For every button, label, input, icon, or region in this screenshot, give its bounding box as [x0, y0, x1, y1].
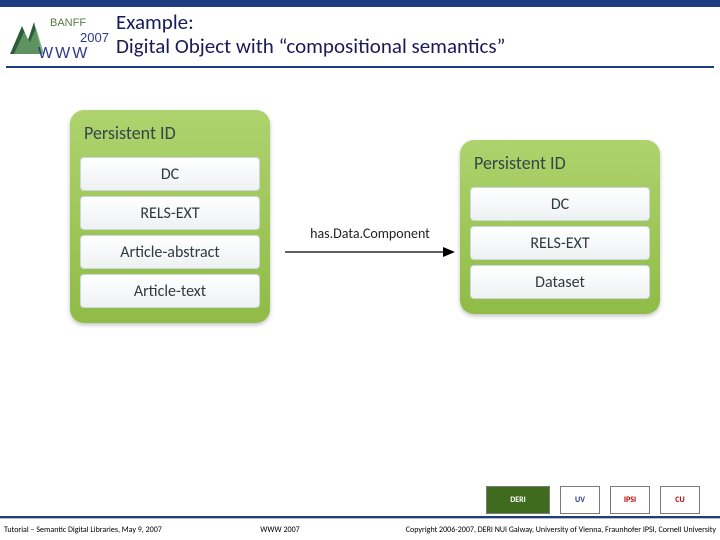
digital-object-left: Persistent ID DC RELS-EXT Article-abstra…: [70, 110, 270, 323]
logo-deri: DERI: [486, 486, 550, 514]
logo-cornell: CU: [660, 486, 700, 514]
arrow-icon: [285, 246, 455, 258]
slide-title: Example: Digital Object with “compositio…: [116, 8, 720, 58]
persistent-id-label: Persistent ID: [468, 148, 652, 182]
conference-brand-text: WWW: [38, 45, 89, 62]
conference-year-text: 2007: [80, 30, 109, 45]
component-rels-ext: RELS-EXT: [470, 226, 650, 260]
relation-label: has.Data.Component: [285, 225, 455, 242]
footer-left: Tutorial – Semantic Digital Libraries, M…: [0, 525, 230, 535]
footer-right: Copyright 2006-2007, DERI NUI Galway, Un…: [330, 525, 720, 535]
slide-footer: Tutorial – Semantic Digital Libraries, M…: [0, 518, 720, 540]
title-line-2: Digital Object with “compositional seman…: [116, 34, 720, 58]
conference-logo: BANFF 2007 WWW: [4, 8, 116, 64]
digital-object-right: Persistent ID DC RELS-EXT Dataset: [460, 140, 660, 314]
logo-ipsi: IPSI: [610, 486, 650, 514]
component-dc: DC: [470, 187, 650, 221]
conference-label-text: BANFF: [50, 17, 86, 29]
diagram-area: Persistent ID DC RELS-EXT Article-abstra…: [0, 110, 720, 500]
component-dataset: Dataset: [470, 265, 650, 299]
title-underline: [6, 66, 714, 68]
footer-center: WWW 2007: [230, 525, 330, 535]
title-line-1: Example:: [116, 10, 720, 34]
slide-header: BANFF 2007 WWW Example: Digital Object w…: [0, 8, 720, 66]
component-dc: DC: [80, 157, 260, 191]
component-article-abstract: Article-abstract: [80, 235, 260, 269]
logo-univie: UV: [560, 486, 600, 514]
relation-arrow: has.Data.Component: [285, 225, 455, 263]
affiliation-logos: DERI UV IPSI CU: [486, 486, 700, 514]
component-rels-ext: RELS-EXT: [80, 196, 260, 230]
slide: BANFF 2007 WWW Example: Digital Object w…: [0, 0, 720, 540]
component-article-text: Article-text: [80, 274, 260, 308]
top-accent-bar: [0, 0, 720, 7]
persistent-id-label: Persistent ID: [78, 118, 262, 152]
